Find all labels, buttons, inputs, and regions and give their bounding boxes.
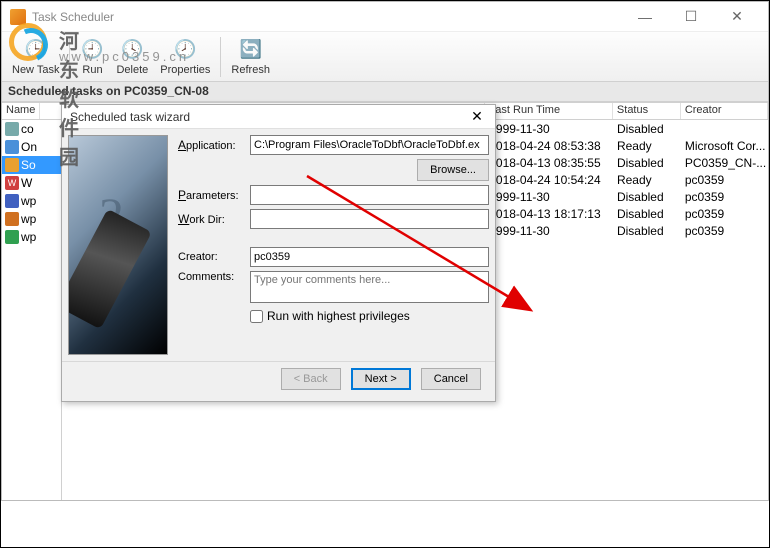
run-icon: 🕘 (80, 38, 104, 62)
task-icon (5, 122, 19, 136)
browse-button[interactable]: Browse... (417, 159, 489, 181)
column-header-creator[interactable]: Creator (681, 103, 768, 119)
application-label: Application: (178, 138, 244, 152)
scheduled-tasks-header: Scheduled tasks on PC0359_CN-08 (2, 82, 768, 102)
cancel-button[interactable]: Cancel (421, 368, 481, 390)
task-row[interactable]: WW (2, 174, 61, 192)
name-column-panel: Name co On So WW wp wp wp (2, 102, 62, 500)
properties-button[interactable]: 🕗 Properties (154, 36, 216, 78)
column-header-last-run[interactable]: Last Run Time (485, 103, 613, 119)
task-icon (5, 194, 19, 208)
task-row[interactable]: On (2, 138, 61, 156)
run-highest-label: Run with highest privileges (267, 309, 410, 323)
refresh-icon: 🔄 (239, 38, 263, 62)
wizard-image (68, 135, 168, 355)
task-icon (5, 212, 19, 226)
task-row[interactable]: wp (2, 192, 61, 210)
parameters-label: Parameters: (178, 188, 244, 202)
run-highest-checkbox[interactable] (250, 310, 263, 323)
dialog-close-button[interactable]: ✕ (467, 107, 487, 127)
task-icon (5, 140, 19, 154)
toolbar: 🕒 New Task 🕘 Run 🕓 Delete 🕗 Properties 🔄… (2, 32, 768, 82)
workdir-label: Work Dir: (178, 212, 244, 226)
task-row[interactable]: co (2, 120, 61, 138)
task-row[interactable]: So (2, 156, 61, 174)
scheduled-task-wizard-dialog: Scheduled task wizard ✕ Application: Bro… (61, 104, 496, 402)
close-button[interactable]: ✕ (714, 2, 760, 32)
dialog-title: Scheduled task wizard (70, 110, 467, 124)
parameters-input[interactable] (250, 185, 489, 205)
next-button[interactable]: Next > (351, 368, 411, 390)
titlebar: Task Scheduler — ☐ ✕ (2, 2, 768, 32)
new-task-button[interactable]: 🕒 New Task (6, 36, 65, 78)
delete-button[interactable]: 🕓 Delete (110, 36, 154, 78)
creator-label: Creator: (178, 251, 244, 263)
minimize-button[interactable]: — (622, 2, 668, 32)
task-row[interactable]: wp (2, 228, 61, 246)
application-input[interactable] (250, 135, 489, 155)
task-icon (5, 230, 19, 244)
delete-icon: 🕓 (120, 38, 144, 62)
new-task-icon: 🕒 (24, 38, 48, 62)
maximize-button[interactable]: ☐ (668, 2, 714, 32)
column-header-name[interactable]: Name (2, 103, 40, 119)
back-button[interactable]: < Back (281, 368, 341, 390)
task-list: co On So WW wp wp wp (2, 120, 61, 246)
properties-icon: 🕗 (173, 38, 197, 62)
comments-label: Comments: (178, 271, 244, 283)
app-icon (10, 9, 26, 25)
task-icon: W (5, 176, 19, 190)
run-button[interactable]: 🕘 Run (74, 36, 110, 78)
refresh-button[interactable]: 🔄 Refresh (225, 36, 276, 78)
window-title: Task Scheduler (32, 10, 622, 24)
toolbar-separator (69, 37, 70, 77)
comments-textarea[interactable] (250, 271, 489, 303)
toolbar-separator (220, 37, 221, 77)
task-icon (5, 158, 19, 172)
task-row[interactable]: wp (2, 210, 61, 228)
workdir-input[interactable] (250, 209, 489, 229)
creator-input[interactable] (250, 247, 489, 267)
column-header-status[interactable]: Status (613, 103, 681, 119)
